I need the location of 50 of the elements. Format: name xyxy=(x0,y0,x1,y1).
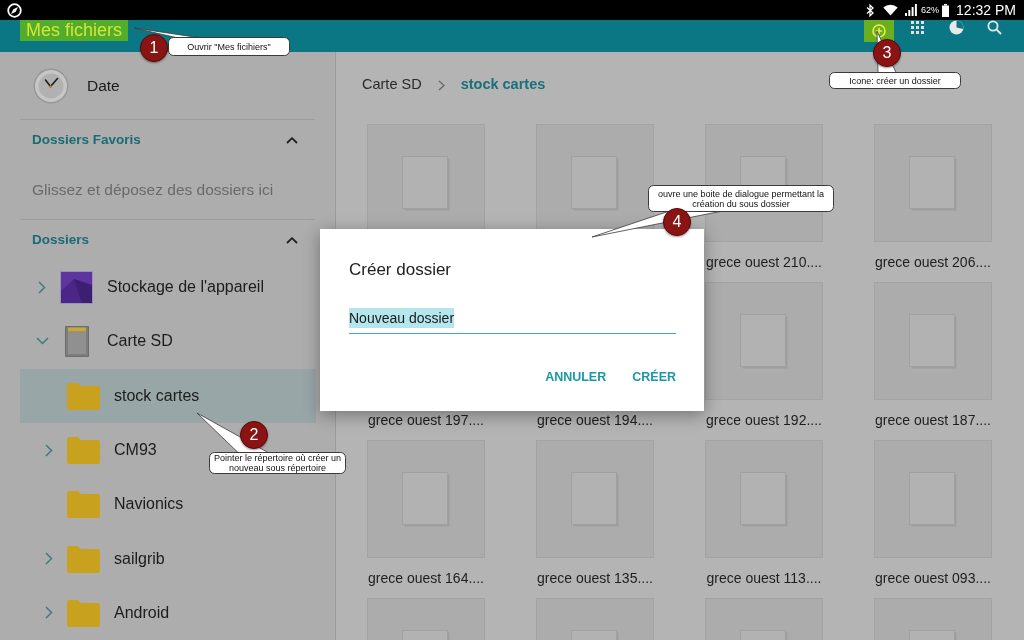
folder-icon xyxy=(67,381,100,410)
folder-icon xyxy=(67,544,100,573)
battery-percent: 62% xyxy=(921,5,940,15)
add-circle-icon xyxy=(872,24,886,38)
file-name: grece ouest 187.... xyxy=(875,410,991,430)
folder-icon xyxy=(67,490,100,519)
folder-item[interactable]: Carte SD xyxy=(20,314,183,369)
compass-icon xyxy=(7,2,22,18)
battery-icon xyxy=(942,3,950,17)
search-icon[interactable] xyxy=(987,20,1002,35)
date-item[interactable]: Date xyxy=(0,52,128,119)
callout-text: Pointer le répertoire où créer un nouveau sous répertoire xyxy=(212,453,343,473)
folder-icon xyxy=(67,598,100,627)
file-name: grece ouest 206.... xyxy=(875,252,991,272)
folder-item[interactable]: sailgrib xyxy=(20,531,175,586)
clock-time: 12:32 PM xyxy=(956,2,1016,18)
bluetooth-icon xyxy=(866,3,875,17)
new-folder-button[interactable] xyxy=(864,20,894,42)
sd-card-icon xyxy=(64,325,89,357)
folder-icon xyxy=(67,436,100,465)
file-name: grece ouest 197.... xyxy=(368,410,484,430)
signal-icon xyxy=(905,4,918,16)
callout-text: Icone: créer un dossier xyxy=(849,75,941,86)
folder-item[interactable]: stock cartes xyxy=(20,368,316,423)
wifi-icon xyxy=(883,4,899,16)
folder-name-field[interactable]: Nouveau dossier xyxy=(349,308,676,334)
file-thumbnail[interactable] xyxy=(705,282,823,400)
grid-view-icon[interactable] xyxy=(911,21,924,34)
chevron-right-icon xyxy=(437,79,445,91)
file-name: grece ouest 135.... xyxy=(537,568,653,588)
file-name: grece ouest 210.... xyxy=(706,252,822,272)
file-name: grece ouest 113.... xyxy=(706,568,822,588)
folder-item[interactable]: Navionics xyxy=(20,477,194,532)
file-name: grece ouest 194.... xyxy=(537,410,653,430)
clock-icon xyxy=(33,67,69,104)
file-name: grece ouest 093.... xyxy=(875,568,991,588)
file-name: grece ouest 192.... xyxy=(706,410,822,430)
folder-item[interactable]: Android xyxy=(20,585,180,640)
pie-chart-icon[interactable] xyxy=(949,20,964,35)
breadcrumb-item[interactable]: Carte SD xyxy=(362,74,422,96)
file-name: grece ouest 164.... xyxy=(368,568,484,588)
callout-text: ouvre une boite de dialogue permettant la création du sous dossier xyxy=(656,188,826,209)
callout-text: Ouvrir "Mes ficihiers" xyxy=(187,41,271,52)
faceted-square-icon xyxy=(60,270,93,304)
folder-item[interactable]: CM93 xyxy=(20,422,167,478)
dialog-title: Créer dossier xyxy=(349,260,452,280)
app-title: Mes fichiers xyxy=(20,20,129,41)
drop-hint: Glissez et déposez des dossiers ici xyxy=(31,179,275,200)
file-icon xyxy=(740,155,788,185)
folder-item[interactable]: Stockage de l'appareil xyxy=(20,260,274,315)
